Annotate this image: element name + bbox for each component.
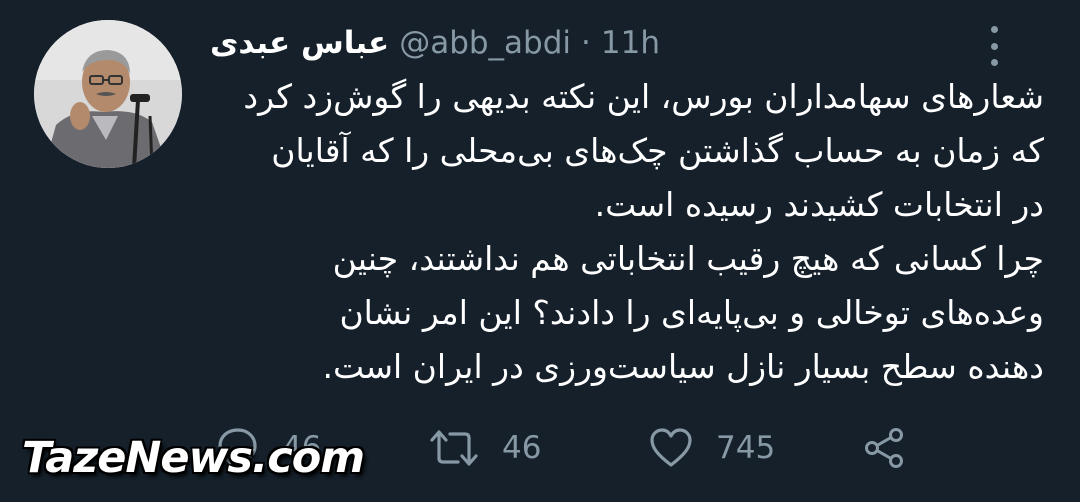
watermark-text: TazeNews.com	[22, 433, 365, 483]
share-icon	[865, 428, 903, 468]
tweet-text-line: در انتخابات کشیدند رسیده است.	[594, 185, 1044, 224]
more-dot	[990, 59, 998, 66]
author-display-name[interactable]: عباس عبدی	[210, 25, 389, 61]
more-vertical-icon	[990, 26, 998, 33]
like-button[interactable]: 745	[648, 420, 775, 476]
tweet-body: شعارهای سهامداران بورس، این نکته بدیهی ر…	[205, 70, 1044, 394]
retweet-button[interactable]: 46	[428, 420, 541, 476]
header-separator: ·	[581, 25, 591, 61]
like-count: 745	[716, 430, 776, 466]
heart-icon	[650, 428, 692, 467]
more-options-button[interactable]	[982, 26, 1006, 66]
tweet-text-line: که زمان به حساب گذاشتن چک‌های بی‌محلی را…	[271, 131, 1044, 170]
retweet-icon	[430, 430, 478, 466]
tweet-text-line: وعده‌های توخالی و بی‌پایه‌ای را دادند؟ ا…	[339, 293, 1044, 332]
more-dot	[990, 42, 998, 50]
tweet-timestamp[interactable]: 11h	[601, 25, 660, 61]
tweet-header: عباس عبدی @abb_abdi · 11h	[0, 18, 1050, 68]
share-button[interactable]	[862, 420, 908, 476]
author-handle[interactable]: @abb_abdi	[399, 25, 571, 61]
tweet-text-line: دهنده سطح بسیار نازل سیاست‌ورزی در ایران…	[322, 347, 1044, 386]
tweet-card[interactable]: عباس عبدی @abb_abdi · 11h شعارهای سهامدا…	[0, 0, 1080, 502]
tweet-text-line: چرا کسانی که هیچ رقیب انتخاباتی هم نداشت…	[332, 239, 1044, 278]
retweet-count: 46	[502, 430, 542, 466]
tweet-text-line: شعارهای سهامداران بورس، این نکته بدیهی ر…	[243, 77, 1044, 116]
